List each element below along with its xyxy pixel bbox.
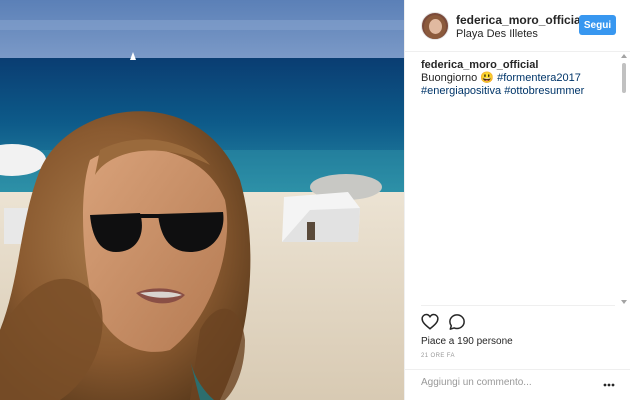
hashtag-ottobresummer[interactable]: #ottobresummer	[504, 85, 584, 97]
scroll-down-arrow-icon[interactable]	[621, 300, 627, 304]
likes-count[interactable]: Piace a 190 persone	[421, 336, 513, 347]
post-location[interactable]: Playa Des Illetes	[456, 28, 538, 40]
post-caption: federica_moro_official Buongiorno 😃 #for…	[421, 59, 591, 98]
more-options-icon[interactable]	[603, 383, 615, 387]
post-header: federica_moro_official Playa Des Illetes…	[405, 0, 630, 52]
post-username[interactable]: federica_moro_official	[456, 13, 584, 27]
hashtag-formentera2017[interactable]: #formentera2017	[497, 72, 581, 84]
scroll-up-arrow-icon[interactable]	[621, 54, 627, 58]
hashtag-energiapositiva[interactable]: #energiapositiva	[421, 85, 501, 97]
actions-divider	[421, 305, 615, 306]
post-timestamp[interactable]: 21 ORE FA	[421, 353, 455, 359]
caption-text: Buongiorno 😃	[421, 72, 495, 84]
comment-input[interactable]	[421, 377, 581, 388]
follow-button[interactable]: Segui	[579, 15, 616, 35]
post-side-panel: federica_moro_official Playa Des Illetes…	[404, 0, 630, 400]
post-photo[interactable]	[0, 0, 404, 400]
avatar-face	[429, 19, 442, 34]
heart-icon[interactable]	[421, 313, 439, 331]
comment-icon[interactable]	[448, 313, 466, 331]
comments-scrollbar[interactable]	[620, 52, 629, 306]
caption-username[interactable]: federica_moro_official	[421, 59, 538, 71]
comment-bar	[405, 369, 630, 400]
scrollbar-thumb[interactable]	[622, 63, 626, 93]
avatar[interactable]	[421, 12, 449, 40]
beach-selfie-image	[0, 0, 404, 400]
